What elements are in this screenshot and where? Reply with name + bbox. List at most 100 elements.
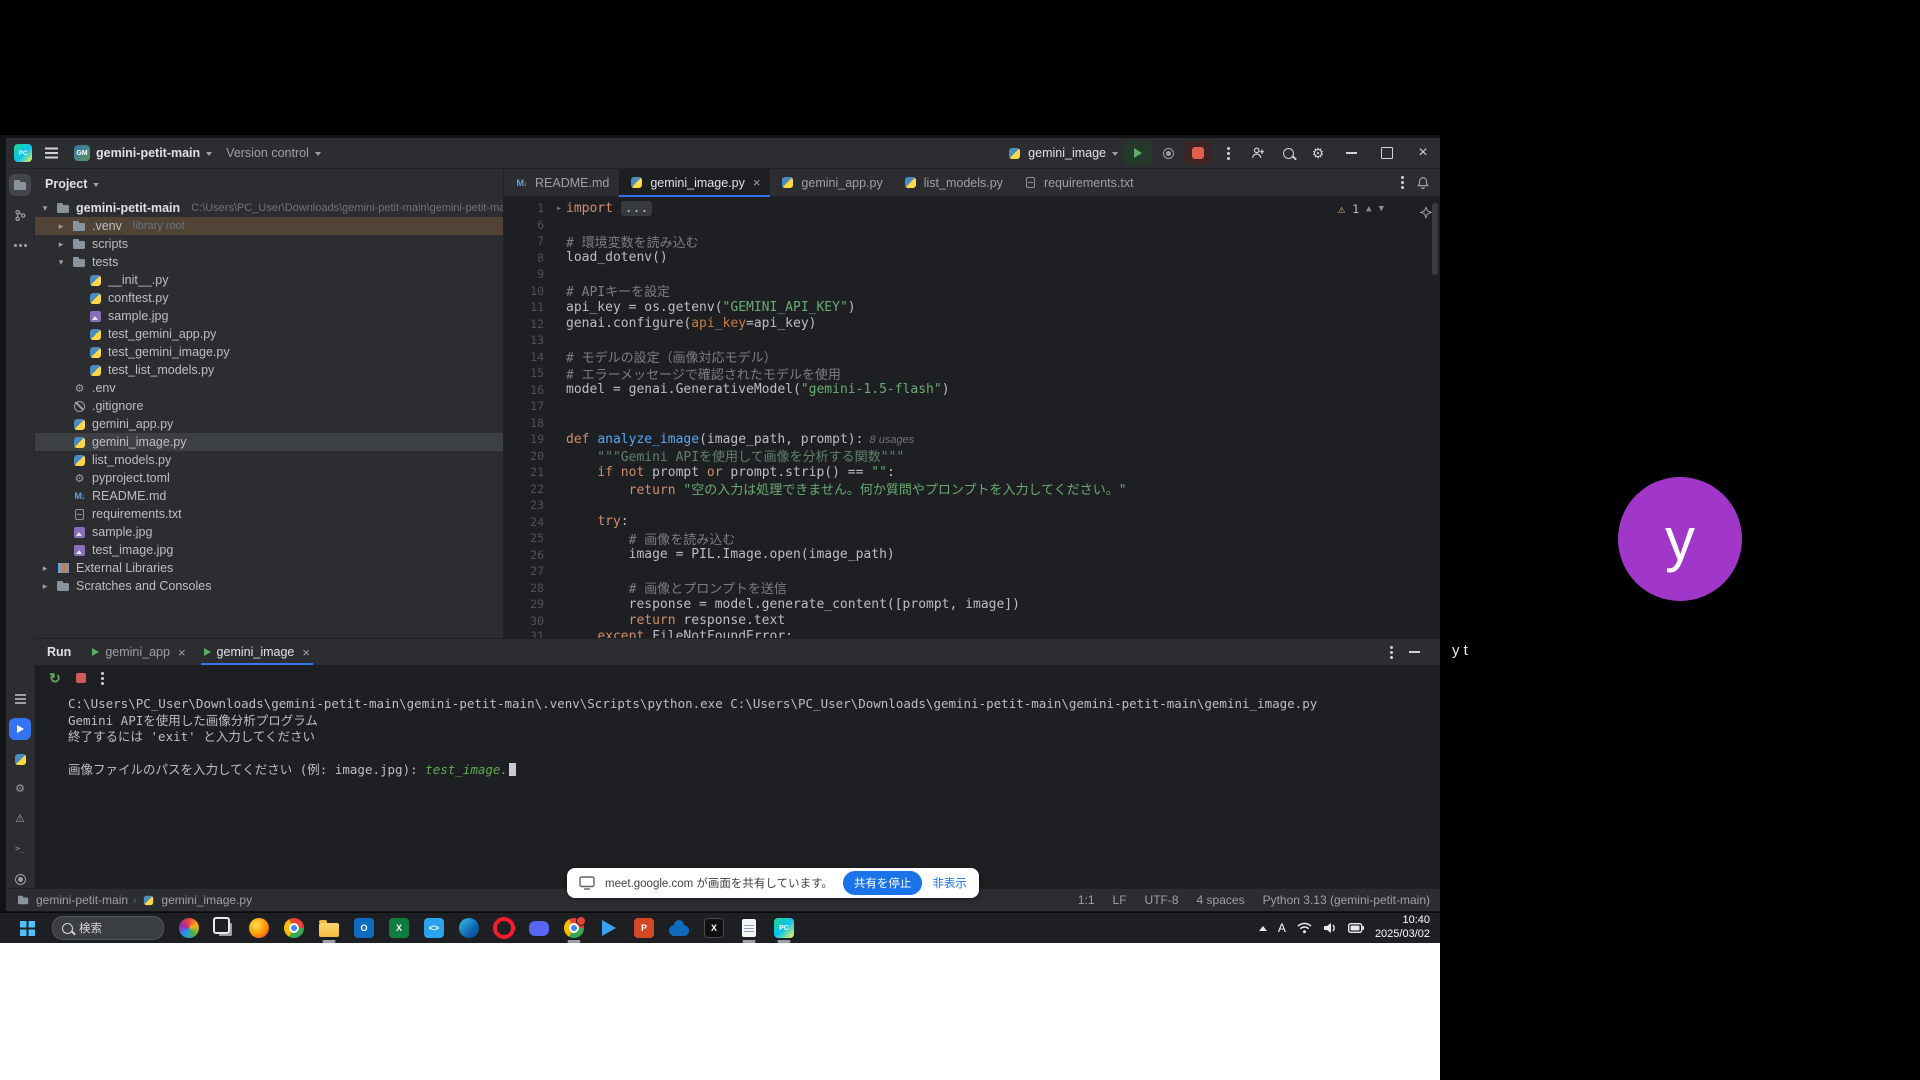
run-tab-gemini_image[interactable]: gemini_image×	[195, 639, 319, 665]
status-item[interactable]: Python 3.13 (gemini-petit-main)	[1263, 893, 1430, 907]
structure-tool-button[interactable]	[9, 688, 31, 710]
debug-tool-button[interactable]	[9, 868, 31, 890]
tree-item-tests[interactable]: ▾tests	[35, 253, 503, 271]
line-number[interactable]: 19	[504, 432, 552, 446]
tree-item-ExternalLibraries[interactable]: ▸External Libraries	[35, 559, 503, 577]
editor-options-icon[interactable]	[1401, 181, 1404, 184]
code-text[interactable]: if not prompt or prompt.strip() == "":	[566, 465, 895, 480]
line-number[interactable]: 22	[504, 482, 552, 496]
ai-assistant-button[interactable]	[1419, 206, 1433, 224]
code-text[interactable]: return "空の入力は処理できません。何か質問やプロンプトを入力してください…	[566, 479, 1127, 498]
line-number[interactable]: 18	[504, 416, 552, 430]
tree-item-ScratchesandConsoles[interactable]: ▸Scratches and Consoles	[35, 577, 503, 595]
line-number[interactable]: 30	[504, 614, 552, 628]
tab-gemini_image.py[interactable]: gemini_image.py×	[619, 169, 770, 196]
tree-item-test_gemini_app.py[interactable]: test_gemini_app.py	[35, 325, 503, 343]
line-number[interactable]: 17	[504, 399, 552, 413]
status-item[interactable]: UTF-8	[1145, 893, 1179, 907]
search-everywhere-button[interactable]	[1274, 141, 1302, 165]
project-panel-header[interactable]: Project	[35, 169, 503, 199]
tree-item-.env[interactable]: .env	[35, 379, 503, 397]
taskbar-app-discord[interactable]	[526, 914, 552, 943]
tab-requirements.txt[interactable]: requirements.txt	[1013, 169, 1144, 196]
close-tab-icon[interactable]: ×	[753, 175, 761, 190]
next-problem-icon[interactable]: ▼	[1379, 204, 1384, 214]
project-tool-button[interactable]	[9, 174, 31, 196]
ime-indicator[interactable]: A	[1278, 921, 1286, 935]
line-number[interactable]: 23	[504, 498, 552, 512]
run-toolbar-more-icon[interactable]	[101, 677, 104, 680]
line-number[interactable]: 26	[504, 548, 552, 562]
hide-tool-window-icon[interactable]	[1409, 651, 1420, 653]
version-control-widget[interactable]: Version control	[222, 141, 325, 165]
line-number[interactable]: 12	[504, 317, 552, 331]
notifications-bell-icon[interactable]	[1416, 176, 1430, 190]
code-text[interactable]: response = model.generate_content([promp…	[566, 597, 1020, 612]
line-number[interactable]: 31	[504, 629, 552, 638]
code-text[interactable]: # 画像とプロンプトを送信	[566, 578, 787, 597]
tree-item-test_list_models.py[interactable]: test_list_models.py	[35, 361, 503, 379]
battery-icon[interactable]	[1348, 923, 1364, 933]
line-number[interactable]: 27	[504, 564, 552, 578]
run-tool-button[interactable]	[9, 718, 31, 740]
tree-item-__init__.py[interactable]: __init__.py	[35, 271, 503, 289]
tree-item-list_models.py[interactable]: list_models.py	[35, 451, 503, 469]
status-item[interactable]: 4 spaces	[1197, 893, 1245, 907]
code-text[interactable]: def analyze_image(image_path, prompt): 8…	[566, 432, 914, 447]
code-text[interactable]: import ...	[566, 201, 652, 216]
line-number[interactable]: 9	[504, 267, 552, 281]
line-number[interactable]: 24	[504, 515, 552, 529]
tree-item-pyproject.toml[interactable]: pyproject.toml	[35, 469, 503, 487]
more-tool-button[interactable]	[9, 234, 31, 256]
close-button[interactable]: ×	[1406, 138, 1440, 168]
taskbar-app-outlook[interactable]: O	[351, 914, 377, 943]
version-control-tool-button[interactable]	[9, 204, 31, 226]
tree-item-sample.jpg[interactable]: sample.jpg	[35, 307, 503, 325]
code-text[interactable]: return response.text	[566, 613, 785, 628]
line-number[interactable]: 25	[504, 531, 552, 545]
tree-item-scripts[interactable]: ▸scripts	[35, 235, 503, 253]
tree-item-test_gemini_image.py[interactable]: test_gemini_image.py	[35, 343, 503, 361]
code-text[interactable]: # 環境変数を読み込む	[566, 232, 699, 251]
tree-item-README.md[interactable]: README.md	[35, 487, 503, 505]
taskbar-app-chrome[interactable]	[281, 914, 307, 943]
line-number[interactable]: 28	[504, 581, 552, 595]
line-number[interactable]: 14	[504, 350, 552, 364]
line-number[interactable]: 11	[504, 300, 552, 314]
inspections-widget[interactable]: ⚠ 1 ▲ ▼	[1338, 202, 1384, 216]
line-number[interactable]: 1	[504, 201, 552, 215]
taskbar-app-pycharm[interactable]: PC	[771, 914, 797, 943]
editor-scrollbar[interactable]	[1432, 203, 1438, 275]
line-number[interactable]: 21	[504, 465, 552, 479]
tab-gemini_app.py[interactable]: gemini_app.py	[770, 169, 892, 196]
taskbar-app-x-app[interactable]: X	[701, 914, 727, 943]
tree-item-requirements.txt[interactable]: requirements.txt	[35, 505, 503, 523]
start-button[interactable]	[10, 915, 44, 941]
tree-item-sample.jpg[interactable]: sample.jpg	[35, 523, 503, 541]
stop-process-button[interactable]	[76, 673, 86, 683]
code-text[interactable]: image = PIL.Image.open(image_path)	[566, 547, 895, 562]
tree-item-gemini_app.py[interactable]: gemini_app.py	[35, 415, 503, 433]
line-number[interactable]: 16	[504, 383, 552, 397]
run-configuration-selector[interactable]: gemini_image	[1003, 141, 1122, 165]
hidden-icons-chevron-icon[interactable]	[1259, 926, 1267, 931]
prev-problem-icon[interactable]: ▲	[1366, 204, 1371, 214]
stop-sharing-button[interactable]: 共有を停止	[843, 871, 923, 895]
close-tab-icon[interactable]: ×	[178, 645, 186, 660]
settings-button[interactable]: ⚙	[1304, 141, 1332, 165]
run-button[interactable]	[1124, 141, 1152, 165]
taskbar-app-vscode[interactable]: <>	[421, 914, 447, 943]
services-tool-button[interactable]: ⚙	[9, 778, 31, 800]
run-options-icon[interactable]	[1390, 651, 1393, 654]
code-text[interactable]: # 画像を読み込む	[566, 529, 735, 548]
tree-item-test_image.jpg[interactable]: test_image.jpg	[35, 541, 503, 559]
taskbar-app-excel[interactable]: X	[386, 914, 412, 943]
line-number[interactable]: 13	[504, 333, 552, 347]
run-tab-gemini_app[interactable]: gemini_app×	[83, 639, 194, 665]
line-number[interactable]: 6	[504, 218, 552, 232]
line-number[interactable]: 15	[504, 366, 552, 380]
code-with-me-button[interactable]	[1244, 141, 1272, 165]
python-packages-tool-button[interactable]	[9, 748, 31, 770]
tab-README.md[interactable]: README.md	[504, 169, 619, 196]
close-tab-icon[interactable]: ×	[302, 645, 310, 660]
